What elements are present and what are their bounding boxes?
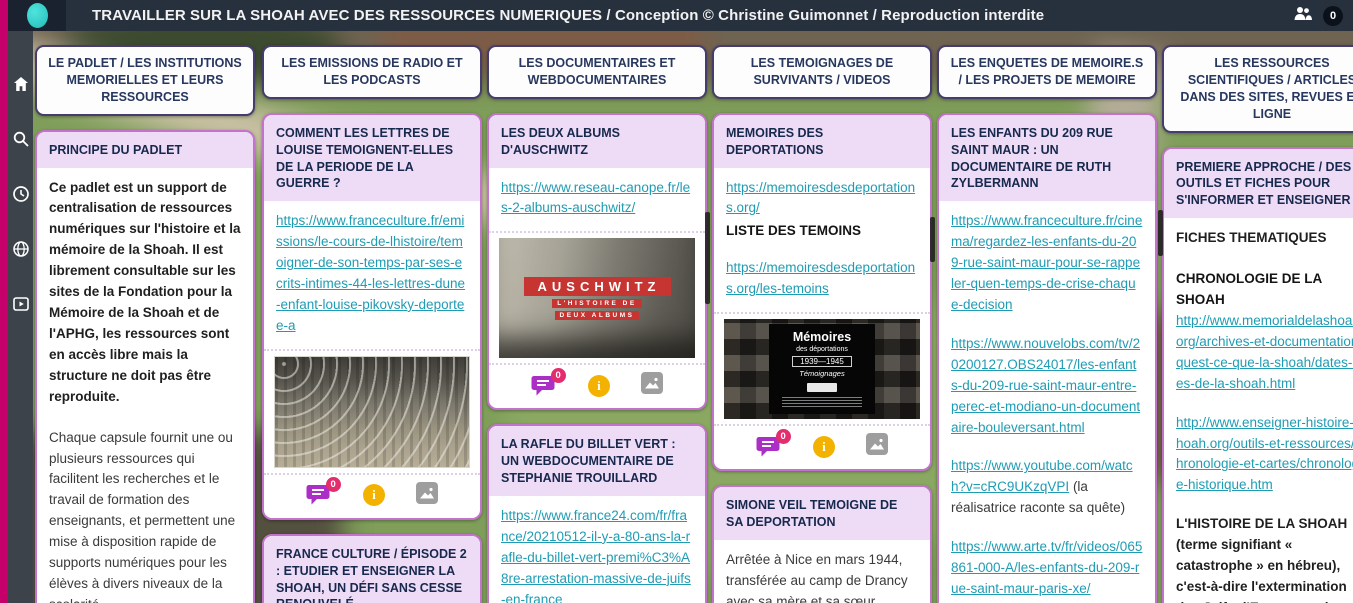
column-ressources-scientifiques: LES RESSOURCES SCIENTIFIQUES / ARTICLES … [1162,45,1353,603]
card-title: FRANCE CULTURE / ÉPISODE 2 : ETUDIER ET … [264,536,480,603]
card-france-culture-ep2[interactable]: FRANCE CULTURE / ÉPISODE 2 : ETUDIER ET … [262,534,482,603]
image-text: 1939—1945 [792,356,852,367]
board-title: TRAVAILLER SUR LA SHOAH AVEC DES RESSOUR… [92,0,1044,31]
card-link[interactable]: https://www.france24.com/fr/france/20210… [501,506,693,603]
card-lettres-louise[interactable]: COMMENT LES LETTRES DE LOUISE TEMOIGNENT… [262,113,482,520]
avatar-circle-icon [27,3,48,28]
card-link[interactable]: https://www.youtube.com/watch?v=cRC9UKzq… [951,458,1133,494]
comment-icon[interactable]: 0 [531,374,557,398]
card-link[interactable]: https://www.arte.tv/fr/videos/065861-000… [951,537,1143,600]
card-title: COMMENT LES LETTRES DE LOUISE TEMOIGNENT… [264,115,480,202]
board-background: LE PADLET / LES INSTITUTIONS MEMORIELLES… [33,31,1353,603]
card-media[interactable]: AUSCHWITZ L'HISTOIRE DE DEUX ALBUMS [489,231,705,365]
column-header: LES EMISSIONS DE RADIO ET LES PODCASTS [262,45,482,99]
card-link[interactable]: https://memoiresdesdeportations.org/ [726,178,918,220]
card-paragraph: Ce padlet est un support de centralisati… [49,178,241,408]
memoires-deportations-image[interactable]: Mémoires des déportations 1939—1945 Témo… [724,319,920,419]
column-header: LE PADLET / LES INSTITUTIONS MEMORIELLES… [35,45,255,116]
slideshow-icon[interactable] [12,295,30,313]
attachment-image-icon[interactable] [866,433,888,460]
card-title: LA RAFLE DU BILLET VERT : UN WEBDOCUMENT… [489,426,705,496]
card-rafle-billet-vert[interactable]: LA RAFLE DU BILLET VERT : UN WEBDOCUMENT… [487,424,707,603]
card-link[interactable]: http://www.enseigner-histoire-shoah.org/… [1176,413,1353,497]
column-header: LES TEMOIGNAGES DE SURVIVANTS / VIDEOS [712,45,932,99]
globe-icon[interactable] [12,240,30,258]
collaborators-icon[interactable] [1292,5,1314,27]
attachment-image-icon[interactable] [641,372,663,399]
card-title: PRINCIPE DU PADLET [37,132,253,168]
card-paragraph: L'HISTOIRE DE LA SHOAH (terme signifiant… [1176,514,1353,603]
card-paragraph: Arrêtée à Nice en mars 1944, transférée … [726,550,918,603]
image-button-shape [807,383,837,392]
comment-count-badge: 0 [776,429,791,444]
clock-icon[interactable] [12,185,30,203]
column-scrollbar[interactable] [930,217,935,262]
topbar-actions: 0 [1292,0,1343,31]
image-text: AUSCHWITZ [524,277,671,296]
card-title: LES DEUX ALBUMS D'AUSCHWITZ [489,115,705,168]
comment-count-badge: 0 [551,368,566,383]
card-media[interactable] [264,349,480,475]
card-paragraph: Chaque capsule fournit une ou plusieurs … [49,428,241,603]
card-link[interactable]: https://memoiresdesdeportations.org/les-… [726,258,918,300]
comment-icon[interactable]: 0 [306,483,332,507]
card-media[interactable]: Mémoires des déportations 1939—1945 Témo… [714,312,930,426]
search-icon[interactable] [12,130,30,148]
column-header: LES ENQUETES DE MEMOIRE.S / LES PROJETS … [937,45,1157,99]
column-scrollbar[interactable] [1158,210,1163,256]
comment-icon[interactable]: 0 [756,435,782,459]
column-temoignages: LES TEMOIGNAGES DE SURVIVANTS / VIDEOS M… [712,45,932,603]
column-scrollbar[interactable] [705,212,710,304]
card-heading: FICHES THEMATIQUES [1176,228,1353,249]
card-link[interactable]: https://www.reseau-canope.fr/les-2-album… [501,178,693,220]
home-icon[interactable] [12,75,30,93]
image-text: Témoignages [799,369,844,378]
card-footer: 0 i [714,426,930,469]
image-text: Mémoires [793,330,851,344]
online-count-badge: 0 [1323,6,1343,26]
info-icon[interactable]: i [363,484,385,506]
card-memoires-deportations[interactable]: MEMOIRES DES DEPORTATIONS https://memoir… [712,113,932,471]
card-enfants-209-rue-saint-maur[interactable]: LES ENFANTS DU 209 RUE SAINT MAUR : UN D… [937,113,1157,603]
card-title: SIMONE VEIL TEMOIGNE DE SA DEPORTATION [714,487,930,540]
top-bar: TRAVAILLER SUR LA SHOAH AVEC DES RESSOUR… [0,0,1353,31]
info-icon[interactable]: i [588,375,610,397]
image-text-panel: Mémoires des déportations 1939—1945 Témo… [769,324,875,414]
card-link[interactable]: http://www.memorialdelashoah.org/archive… [1176,311,1353,395]
card-principe-du-padlet[interactable]: PRINCIPE DU PADLET Ce padlet est un supp… [35,130,255,603]
left-accent-strip [0,0,8,603]
card-deux-albums-auschwitz[interactable]: LES DEUX ALBUMS D'AUSCHWITZ https://www.… [487,113,707,411]
card-subtitle: LISTE DES TEMOINS [726,221,918,242]
card-link[interactable]: https://www.franceculture.fr/emissions/l… [276,211,468,337]
column-radio-podcasts: LES EMISSIONS DE RADIO ET LES PODCASTS C… [262,45,482,603]
image-text: L'HISTOIRE DE [552,299,641,308]
image-text-lines [782,397,862,407]
card-title: PREMIERE APPROCHE / DES OUTILS ET FICHES… [1164,149,1353,219]
attachment-image-icon[interactable] [416,482,438,509]
card-footer: 0 i [489,365,705,408]
card-title: MEMOIRES DES DEPORTATIONS [714,115,930,168]
image-text: des déportations [796,346,848,353]
card-footer: 0 i [264,475,480,518]
card-link[interactable]: https://www.franceculture.fr/cinema/rega… [951,211,1143,316]
card-heading: CHRONOLOGIE DE LA SHOAH [1176,269,1353,311]
image-text: DEUX ALBUMS [555,311,640,320]
column-padlet-institutions: LE PADLET / LES INSTITUTIONS MEMORIELLES… [35,45,255,603]
card-title: LES ENFANTS DU 209 RUE SAINT MAUR : UN D… [939,115,1155,202]
padlet-avatar[interactable] [8,0,66,31]
card-premiere-approche[interactable]: PREMIERE APPROCHE / DES OUTILS ET FICHES… [1162,147,1353,603]
card-link[interactable]: https://www.nouvelobs.com/tv/20200127.OB… [951,334,1143,439]
column-header: LES RESSOURCES SCIENTIFIQUES / ARTICLES … [1162,45,1353,133]
column-header: LES DOCUMENTAIRES ET WEBDOCUMENTAIRES [487,45,707,99]
comment-count-badge: 0 [326,477,341,492]
info-icon[interactable]: i [813,436,835,458]
action-sidebar [8,31,33,603]
column-enquetes-memoire: LES ENQUETES DE MEMOIRE.S / LES PROJETS … [937,45,1157,603]
class-photo-image[interactable] [274,356,470,468]
column-documentaires: LES DOCUMENTAIRES ET WEBDOCUMENTAIRES LE… [487,45,707,603]
auschwitz-albums-image[interactable]: AUSCHWITZ L'HISTOIRE DE DEUX ALBUMS [499,238,695,358]
card-simone-veil[interactable]: SIMONE VEIL TEMOIGNE DE SA DEPORTATION A… [712,485,932,603]
